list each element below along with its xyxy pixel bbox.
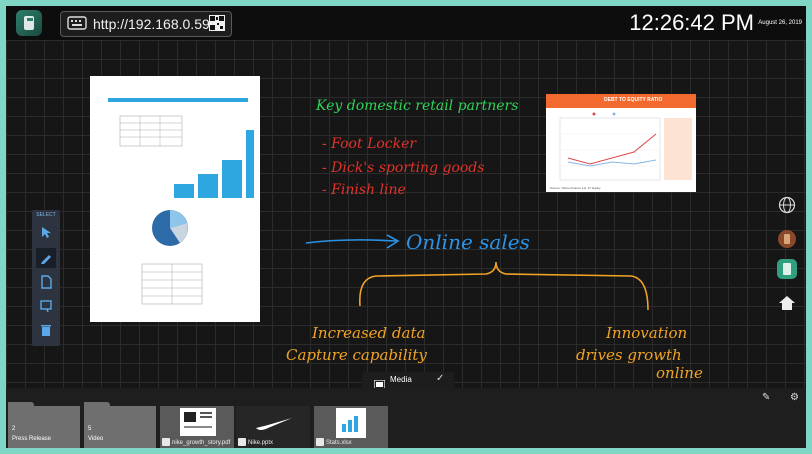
folder-count: 2	[12, 426, 16, 432]
app-icon-brown[interactable]	[776, 228, 798, 250]
page-icon[interactable]	[36, 272, 56, 292]
file-name: Nike.pptx	[248, 440, 274, 446]
qr-code-icon[interactable]	[209, 15, 225, 36]
folder-video[interactable]: 5 Video	[84, 402, 156, 448]
xlsx-file-icon	[316, 438, 324, 446]
pen-icon[interactable]	[36, 248, 56, 268]
app-logo-icon[interactable]	[16, 10, 42, 36]
media-tray: ✎ ⚙ 2 Press Release 5 Video nike_growth_…	[6, 388, 806, 448]
folder-press-release[interactable]: 2 Press Release	[8, 402, 80, 448]
file-name: nike_growth_story.pdf	[172, 440, 231, 446]
screen-frame: http://192.168.0.59 12:26:42 PM August 2…	[6, 6, 806, 448]
edit-icon[interactable]: ✎	[762, 392, 770, 403]
toolbar-mode-label: SELECT	[36, 212, 56, 218]
file-pptx[interactable]: Nike.pptx	[236, 406, 310, 448]
folder-tab	[8, 402, 34, 408]
annotation-note: Increased data	[312, 324, 426, 342]
trash-icon[interactable]	[36, 320, 56, 340]
url-text[interactable]: http://192.168.0.59	[93, 16, 210, 32]
file-xlsx[interactable]: Stats.xlsx	[314, 406, 388, 448]
media-tab-label: Media	[390, 375, 412, 384]
gear-icon[interactable]: ⚙	[790, 392, 799, 403]
whiteboard-canvas[interactable]: DEBT TO EQUITY RATIO Source: Yahoo Finan…	[6, 40, 806, 388]
home-icon[interactable]	[776, 292, 798, 314]
annotation-online-sales: Online sales	[406, 230, 530, 254]
folder-tab	[84, 402, 110, 408]
file-name: Stats.xlsx	[326, 440, 352, 446]
annotation-note: Capture capability	[286, 346, 427, 364]
pen-toolbar: SELECT	[32, 210, 60, 346]
folder-label: Press Release	[12, 436, 52, 442]
top-bar: http://192.168.0.59 12:26:42 PM August 2…	[6, 6, 806, 40]
annotation-note: drives growth	[576, 346, 682, 364]
clock-time: 12:26:42 PM	[629, 10, 754, 35]
folder-count: 5	[88, 426, 92, 432]
media-tab[interactable]: Media ✓	[362, 372, 454, 390]
clock-date: August 26, 2019	[758, 20, 802, 26]
pptx-file-icon	[238, 438, 246, 446]
lasso-icon[interactable]	[36, 296, 56, 316]
folder-label: Video	[88, 436, 104, 442]
app-icon-green[interactable]	[776, 258, 798, 280]
url-bar[interactable]: http://192.168.0.59	[60, 11, 232, 37]
checkmark-icon: ✓	[436, 373, 445, 384]
pdf-file-icon	[162, 438, 170, 446]
annotation-note: online	[656, 364, 703, 382]
keyboard-icon[interactable]	[67, 16, 87, 35]
globe-icon[interactable]	[776, 194, 798, 216]
pointer-icon[interactable]	[36, 222, 56, 242]
annotation-note: Innovation	[606, 324, 688, 342]
file-pdf[interactable]: nike_growth_story.pdf	[160, 406, 234, 448]
nike-swoosh-icon	[256, 418, 292, 430]
